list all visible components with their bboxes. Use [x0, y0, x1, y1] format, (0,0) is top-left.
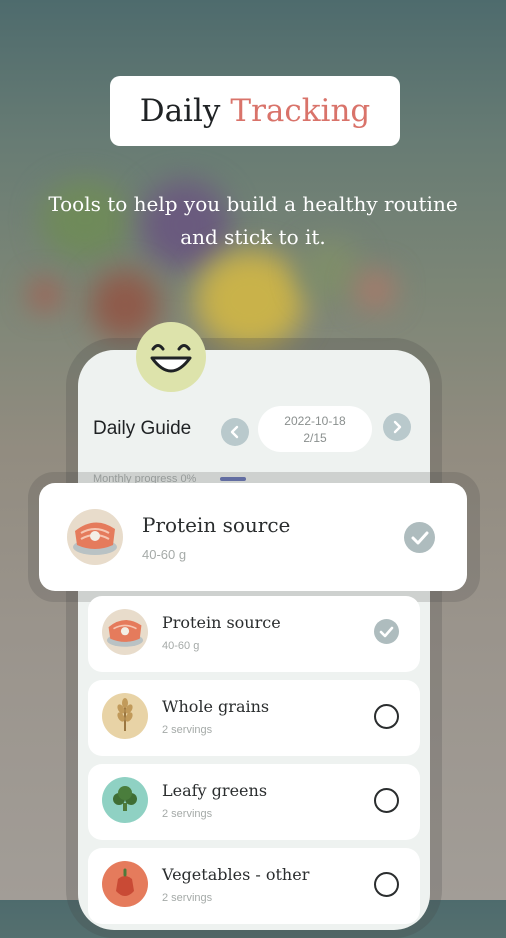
- food-item-name: Leafy greens: [162, 781, 268, 800]
- promo-title-daily: Daily: [139, 93, 221, 129]
- food-item-card[interactable]: Whole grains 2 servings: [88, 680, 420, 756]
- tagline-line-1: Tools to help you build a healthy routin…: [48, 192, 458, 216]
- food-item-name: Protein source: [162, 613, 281, 632]
- unchecked-circle-icon[interactable]: [374, 788, 399, 813]
- pepper-icon: [102, 861, 148, 907]
- prev-day-button[interactable]: [221, 418, 249, 446]
- food-item-amount: 40-60 g: [162, 640, 200, 652]
- food-item-amount: 2 servings: [162, 724, 213, 736]
- promo-title-tracking: Tracking: [230, 93, 371, 129]
- food-item-card[interactable]: Vegetables - other 2 servings: [88, 848, 420, 924]
- promo-tagline: Tools to help you build a healthy routin…: [30, 188, 476, 254]
- food-item-card[interactable]: Protein source 40-60 g: [88, 596, 420, 672]
- wheat-icon: [102, 693, 148, 739]
- smiley-avatar-icon: [136, 322, 206, 392]
- unchecked-circle-icon[interactable]: [374, 872, 399, 897]
- next-day-button[interactable]: [383, 413, 411, 441]
- featured-food-card[interactable]: Protein source 40-60 g: [39, 483, 467, 591]
- daily-guide-title: Daily Guide: [93, 418, 192, 439]
- salmon-icon: [67, 509, 123, 565]
- selected-date: 2022-10-18: [284, 414, 346, 428]
- salmon-icon: [102, 609, 148, 655]
- daily-progress-count: 2/15: [303, 431, 327, 445]
- unchecked-circle-icon[interactable]: [374, 704, 399, 729]
- food-item-name: Whole grains: [162, 697, 270, 716]
- broccoli-icon: [102, 777, 148, 823]
- chevron-right-icon: [393, 420, 402, 434]
- tagline-line-2: and stick to it.: [180, 225, 326, 249]
- chevron-left-icon: [230, 425, 239, 439]
- featured-item-amount: 40-60 g: [142, 547, 187, 562]
- food-item-amount: 2 servings: [162, 892, 213, 904]
- food-item-amount: 2 servings: [162, 808, 213, 820]
- featured-checkmark-icon[interactable]: [404, 522, 435, 553]
- date-selector[interactable]: 2022-10-18 2/15: [258, 406, 372, 452]
- promo-title-card: Daily Tracking: [110, 76, 400, 146]
- checkmark-icon[interactable]: [374, 619, 399, 644]
- featured-item-name: Protein source: [142, 513, 291, 537]
- food-item-card[interactable]: Leafy greens 2 servings: [88, 764, 420, 840]
- food-item-name: Vegetables - other: [162, 865, 310, 884]
